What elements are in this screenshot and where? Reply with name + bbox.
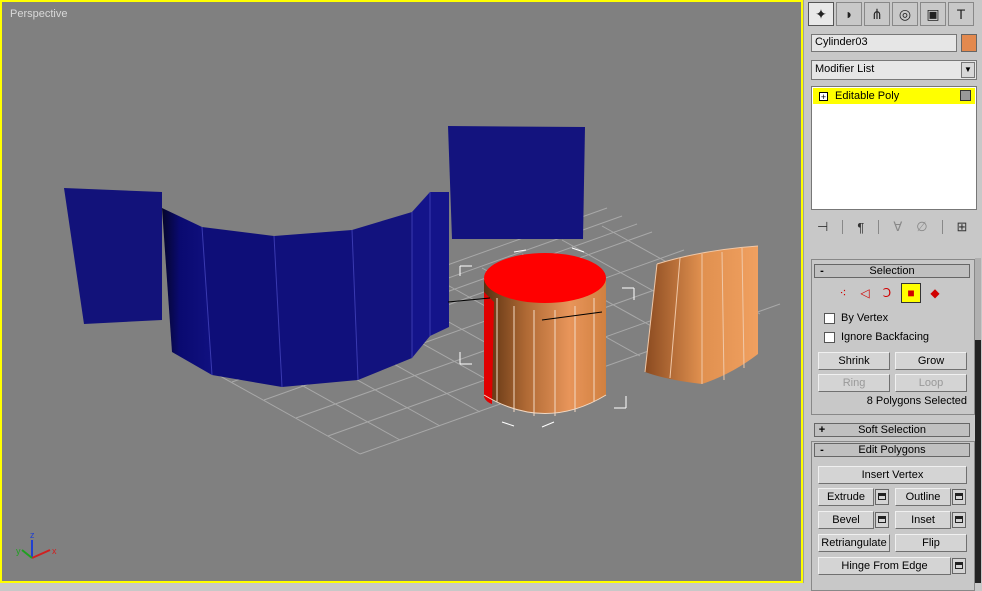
retriangulate-button[interactable]: Retriangulate — [818, 534, 890, 552]
stack-item-editable-poly[interactable]: + Editable Poly — [813, 88, 975, 104]
modify-tab-icon[interactable]: ◗ — [836, 2, 862, 26]
modifier-stack[interactable]: + Editable Poly — [811, 86, 977, 210]
expand-icon: + — [818, 424, 826, 436]
grow-button[interactable]: Grow — [895, 352, 967, 370]
pin-stack-icon[interactable]: ⊣ — [817, 219, 828, 235]
stack-item-label: Editable Poly — [835, 90, 900, 102]
object-name-field[interactable]: Cylinder03 — [811, 34, 957, 52]
ring-button[interactable]: Ring — [818, 374, 890, 392]
modifier-list-dropdown[interactable]: Modifier List ▼ — [811, 60, 977, 80]
collapse-icon: - — [820, 444, 824, 456]
selection-rollout-header[interactable]: - Selection — [814, 264, 970, 278]
outline-settings-icon[interactable] — [952, 489, 966, 505]
display-tab-icon[interactable]: ▣ — [920, 2, 946, 26]
stack-toggle-icon[interactable] — [960, 90, 971, 101]
hinge-settings-icon[interactable] — [952, 558, 966, 574]
soft-selection-rollout-header[interactable]: + Soft Selection — [814, 423, 970, 437]
utilities-tab-icon[interactable]: T — [948, 2, 974, 26]
blue-panel-left — [64, 188, 162, 324]
blue-curved-wall — [162, 192, 449, 388]
element-mode-icon[interactable]: ◆ — [927, 285, 943, 301]
edit-polygons-rollout-header[interactable]: - Edit Polygons — [814, 443, 970, 457]
border-mode-icon[interactable]: Ↄ — [879, 285, 895, 301]
hinge-from-edge-button[interactable]: Hinge From Edge — [818, 557, 951, 575]
create-tab-icon[interactable]: ✦ — [808, 2, 834, 26]
axis-x-label: x — [52, 546, 57, 556]
command-panel-tabs: ✦ ◗ ⋔ ◎ ▣ T — [808, 2, 974, 26]
panel-scrollbar-thumb[interactable] — [975, 340, 981, 583]
soft-selection-title: Soft Selection — [858, 424, 926, 436]
orange-curved-panel — [644, 245, 759, 384]
vertex-mode-icon[interactable]: ⁖ — [835, 285, 851, 301]
separator — [941, 220, 943, 234]
separator — [842, 220, 844, 234]
ignore-backfacing-row[interactable]: Ignore Backfacing — [824, 331, 929, 343]
command-panel: ✦ ◗ ⋔ ◎ ▣ T Cylinder03 Modifier List ▼ +… — [803, 0, 982, 591]
extrude-settings-icon[interactable] — [875, 489, 889, 505]
axis-tripod-icon — [21, 540, 51, 559]
cylinder-object — [483, 253, 607, 416]
edge-mode-icon[interactable]: ◁ — [857, 285, 873, 301]
axis-y-label: y — [16, 546, 21, 556]
inset-button[interactable]: Inset — [895, 511, 951, 529]
ignore-backfacing-label: Ignore Backfacing — [841, 331, 930, 343]
perspective-viewport[interactable]: Perspective z x y — [0, 0, 803, 583]
hierarchy-tab-icon[interactable]: ⋔ — [864, 2, 890, 26]
remove-modifier-icon[interactable]: ∅ — [916, 219, 927, 235]
axis-z-label: z — [30, 530, 35, 540]
show-end-result-icon[interactable]: ¶ — [857, 220, 864, 235]
shrink-button[interactable]: Shrink — [818, 352, 890, 370]
expand-icon[interactable]: + — [819, 91, 828, 101]
make-unique-icon[interactable]: ∀ — [893, 219, 902, 235]
polygon-mode-icon[interactable]: ■ — [901, 283, 921, 303]
flip-button[interactable]: Flip — [895, 534, 967, 552]
selection-status: 8 Polygons Selected — [866, 395, 967, 407]
by-vertex-label: By Vertex — [841, 312, 889, 324]
outline-button[interactable]: Outline — [895, 488, 951, 506]
by-vertex-row[interactable]: By Vertex — [824, 312, 888, 324]
separator — [878, 220, 880, 234]
extrude-button[interactable]: Extrude — [818, 488, 874, 506]
subobject-mode-row: ⁖ ◁ Ↄ ■ ◆ — [835, 283, 943, 303]
insert-vertex-button[interactable]: Insert Vertex — [818, 466, 967, 484]
rollouts: - Selection ⁖ ◁ Ↄ ■ ◆ By Vertex Ignore B… — [809, 259, 981, 591]
selection-title: Selection — [869, 265, 915, 277]
configure-modifier-sets-icon[interactable]: ⊞ — [957, 219, 968, 235]
loop-button[interactable]: Loop — [895, 374, 967, 392]
collapse-icon: - — [820, 265, 824, 277]
stack-toolbar: ⊣ ¶ ∀ ∅ ⊞ — [811, 216, 977, 238]
scene-canvas[interactable]: z x y — [2, 2, 801, 581]
modifier-list-label: Modifier List — [815, 63, 875, 75]
ignore-backfacing-checkbox[interactable] — [824, 331, 835, 343]
chevron-down-icon[interactable]: ▼ — [961, 62, 975, 78]
object-color-swatch[interactable] — [961, 34, 977, 52]
blue-panel-right — [448, 126, 585, 239]
by-vertex-checkbox[interactable] — [824, 312, 835, 324]
bevel-button[interactable]: Bevel — [818, 511, 874, 529]
motion-tab-icon[interactable]: ◎ — [892, 2, 918, 26]
bevel-settings-icon[interactable] — [875, 512, 889, 528]
inset-settings-icon[interactable] — [952, 512, 966, 528]
edit-polygons-title: Edit Polygons — [858, 444, 926, 456]
